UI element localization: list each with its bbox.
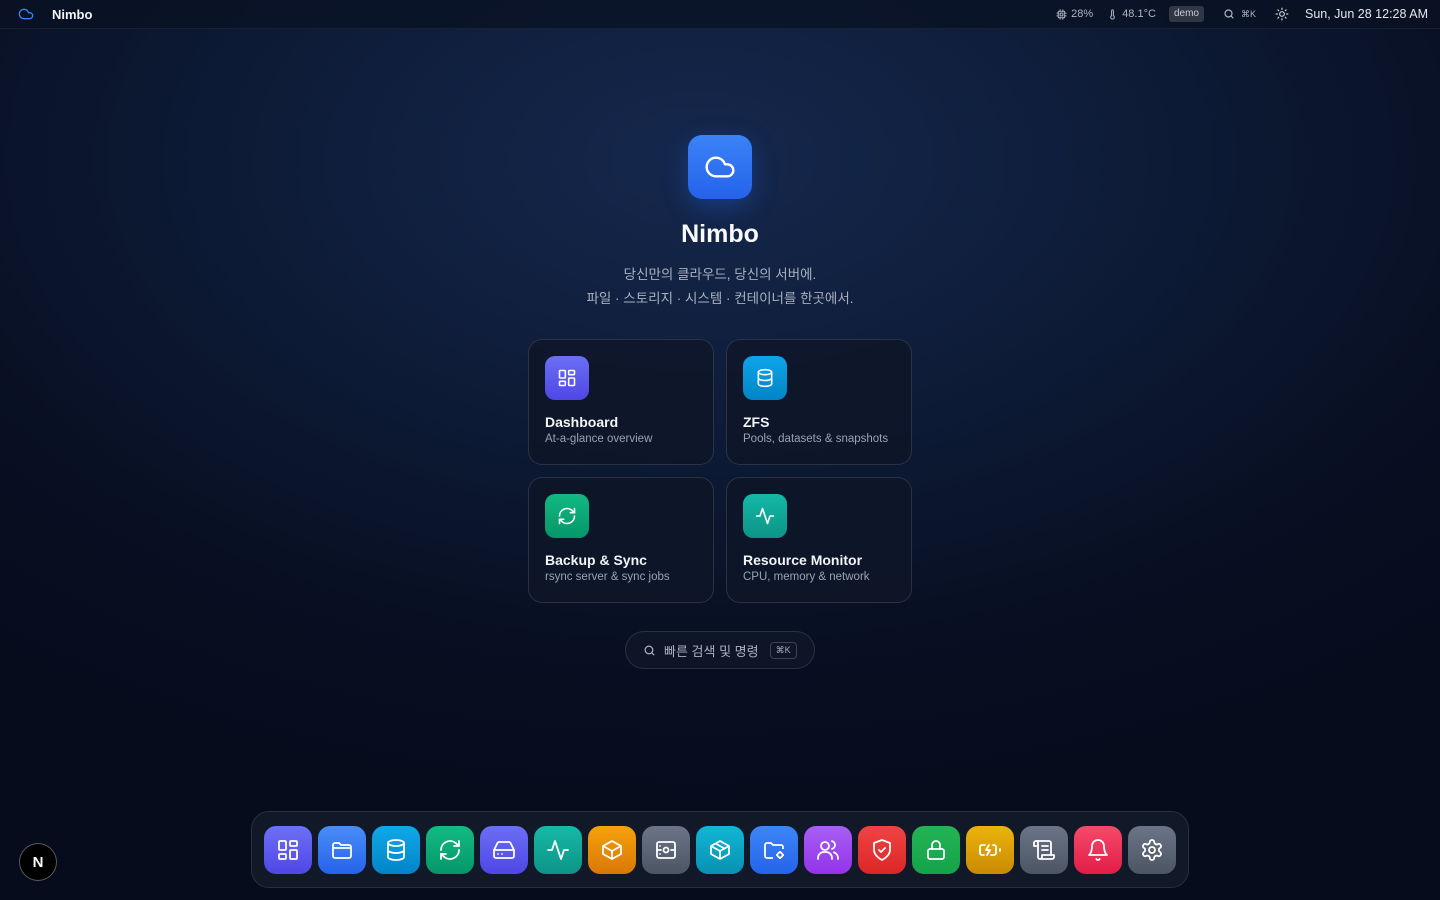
cpu-usage: 28%: [1071, 8, 1094, 20]
search-icon: [1223, 8, 1235, 20]
shield-check-icon: [870, 838, 894, 862]
card-backup-sync[interactable]: Backup & Sync rsync server & sync jobs: [528, 477, 714, 603]
dock-item-zfs[interactable]: [372, 825, 420, 874]
database-icon: [743, 356, 787, 400]
dock-item-files[interactable]: [318, 825, 366, 874]
hard-drive-icon: [492, 838, 516, 862]
card-zfs[interactable]: ZFS Pools, datasets & snapshots: [726, 339, 912, 465]
thermometer-icon: [1107, 8, 1118, 20]
cloud-icon[interactable]: [18, 6, 34, 22]
hero-title: Nimbo: [681, 220, 759, 248]
cpu-icon: [1056, 8, 1067, 20]
clock[interactable]: Sun, Jun 28 12:28 AM: [1305, 7, 1428, 21]
mode-badge: demo: [1168, 6, 1204, 22]
card-description: Pools, datasets & snapshots: [743, 433, 889, 445]
scroll-icon: [1032, 838, 1056, 862]
dock-item-backup-sync[interactable]: [426, 825, 474, 874]
dock-item-resource-monitor[interactable]: [534, 825, 582, 874]
lock-icon: [924, 838, 948, 862]
battery-charging-icon: [978, 838, 1002, 862]
quick-search-shortcut: ⌘K: [769, 641, 797, 659]
hero-subtitle-line2: 파일 · 스토리지 · 시스템 · 컨테이너를 한곳에서.: [586, 291, 854, 306]
search-shortcut: ⌘K: [1240, 8, 1256, 19]
dock-item-drives[interactable]: [480, 825, 528, 874]
dock-item-virtual-machines[interactable]: [696, 825, 744, 874]
card-title: Dashboard: [545, 414, 619, 430]
dock-item-dashboard[interactable]: [264, 825, 312, 874]
dock: [251, 811, 1189, 888]
quick-launch-cards: Dashboard At-a-glance overview ZFS Pools…: [528, 339, 912, 603]
cpu-indicator[interactable]: 28%: [1056, 8, 1093, 20]
dock-item-users[interactable]: [804, 825, 852, 874]
folder-icon: [330, 838, 354, 862]
dashboard-icon: [545, 356, 589, 400]
gear-icon: [1140, 838, 1164, 862]
box-icon: [708, 838, 732, 862]
top-bar: Nimbo 28% 48.1°C demo ⌘K Sun, Jun 28 12:…: [0, 0, 1440, 29]
card-description: At-a-glance overview: [545, 433, 653, 445]
cloud-icon: [688, 135, 752, 199]
activity-icon: [546, 838, 570, 862]
card-title: ZFS: [743, 414, 770, 430]
activity-icon: [743, 494, 787, 538]
dock-item-logs[interactable]: [1020, 825, 1068, 874]
card-description: rsync server & sync jobs: [545, 571, 670, 583]
card-dashboard[interactable]: Dashboard At-a-glance overview: [528, 339, 714, 465]
dock-item-settings[interactable]: [1128, 825, 1176, 874]
dock-item-notifications[interactable]: [1074, 825, 1122, 874]
folder-cog-icon: [762, 838, 786, 862]
card-description: CPU, memory & network: [743, 571, 870, 583]
quick-search-label: 빠른 검색 및 명령: [664, 643, 759, 659]
app-name[interactable]: Nimbo: [52, 7, 92, 22]
refresh-icon: [545, 494, 589, 538]
card-title: Resource Monitor: [743, 552, 863, 568]
dock-item-security[interactable]: [858, 825, 906, 874]
search-icon: [643, 644, 656, 657]
dock-item-containers[interactable]: [588, 825, 636, 874]
dashboard-icon: [276, 838, 300, 862]
dock-item-vpn[interactable]: [912, 825, 960, 874]
card-title: Backup & Sync: [545, 552, 647, 568]
temperature-indicator[interactable]: 48.1°C: [1107, 8, 1156, 20]
users-icon: [816, 838, 840, 862]
database-icon: [384, 838, 408, 862]
hero-subtitle-line1: 당신만의 클라우드, 당신의 서버에.: [623, 267, 817, 282]
refresh-icon: [438, 838, 462, 862]
quick-search-button[interactable]: 빠른 검색 및 명령 ⌘K: [625, 631, 815, 669]
temperature-value: 48.1°C: [1122, 8, 1156, 20]
hero-subtitle: 당신만의 클라우드, 당신의 서버에. 파일 · 스토리지 · 시스템 · 컨테…: [0, 263, 1440, 311]
card-resource-monitor[interactable]: Resource Monitor CPU, memory & network: [726, 477, 912, 603]
topbar-search-button[interactable]: ⌘K: [1223, 8, 1256, 20]
dock-item-services[interactable]: [642, 825, 690, 874]
corner-n-badge[interactable]: N: [19, 843, 57, 881]
dock-item-shares[interactable]: [750, 825, 798, 874]
bell-icon: [1086, 838, 1110, 862]
server-cog-icon: [654, 838, 678, 862]
package-icon: [600, 838, 624, 862]
sun-icon[interactable]: [1275, 7, 1289, 21]
dock-item-power[interactable]: [966, 825, 1014, 874]
